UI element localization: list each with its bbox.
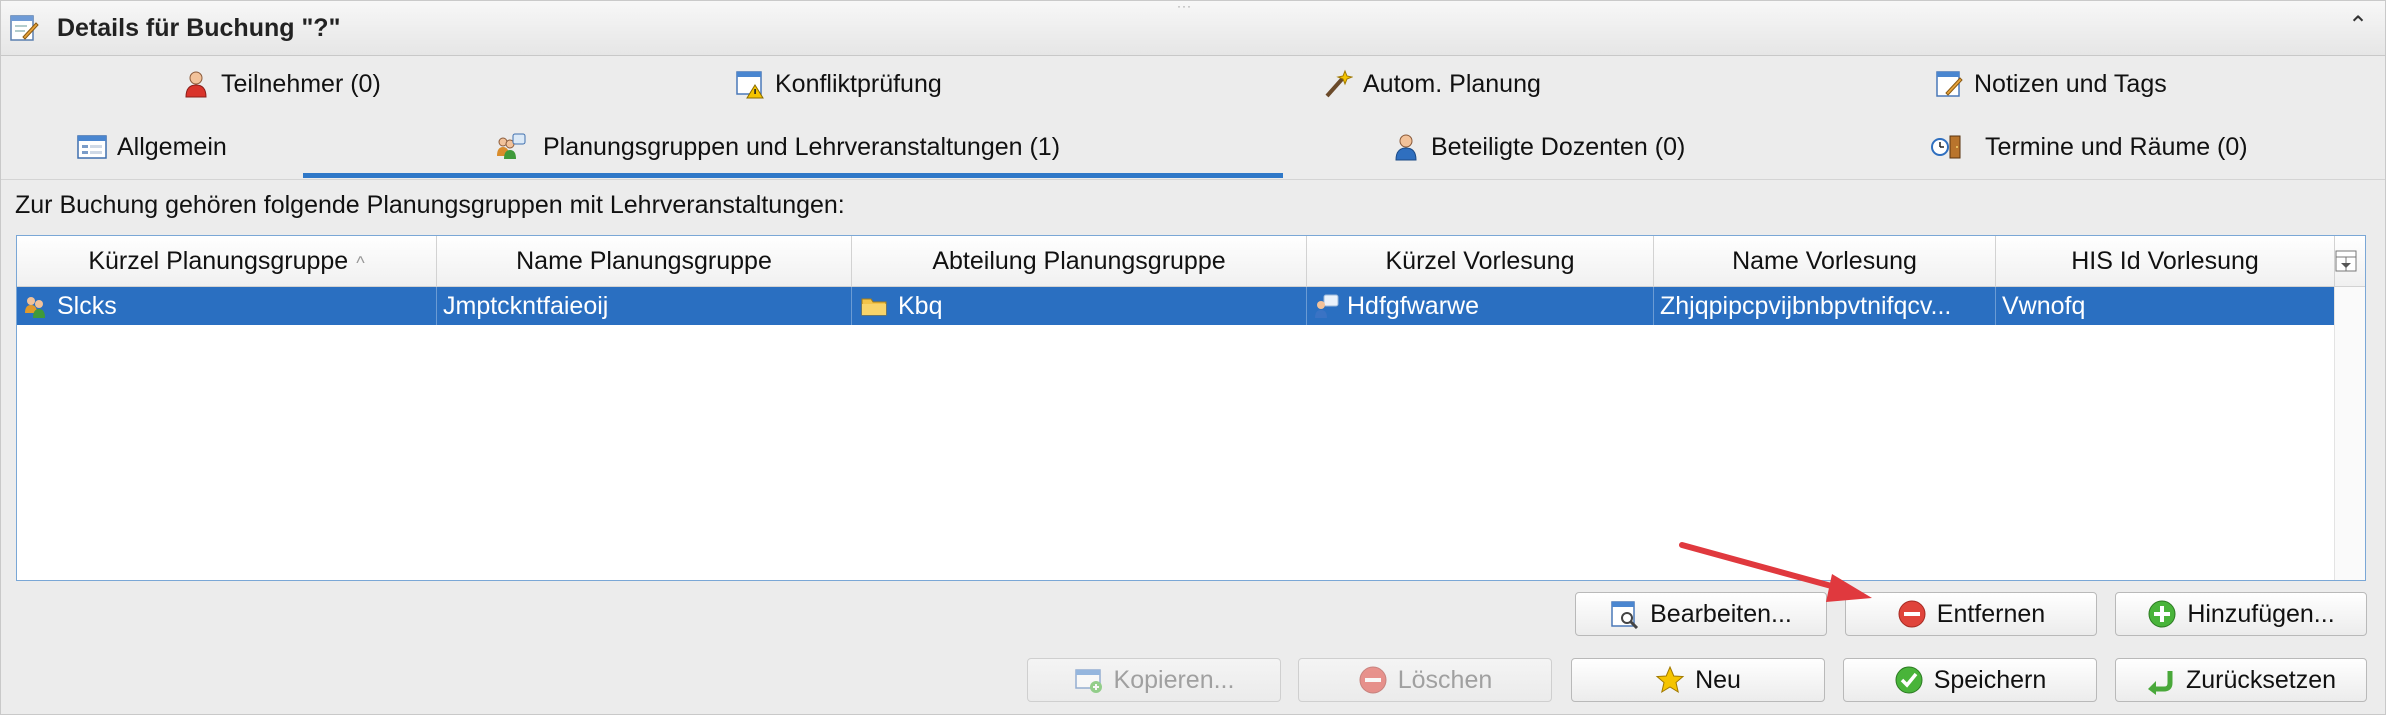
note-edit-icon [1936,71,1963,97]
cell-kuerzel-vorlesung: Hdfgfwarwe [1307,287,1654,325]
resize-grip-icon[interactable]: ··· [1177,0,1192,13]
remove-icon [1898,600,1926,628]
cell-name-gruppe: Jmptckntfaieoij [437,287,852,325]
planning-group-icon [25,297,45,318]
section-description: Zur Buchung gehören folgende Planungsgru… [15,191,845,219]
vertical-scrollbar[interactable] [2334,287,2365,580]
tab-autom-planung[interactable]: Autom. Planung [1323,64,1541,104]
cell-name-vorlesung: Zhjqpipcpvijbnbpvtnifqcv... [1654,287,1996,325]
planning-groups-table[interactable]: Kürzel Planungsgruppe ^ Name Planungsgrup… [16,235,2366,581]
hinzufuegen-button[interactable]: Hinzufügen... [2115,592,2367,636]
column-header-abteilung[interactable]: Abteilung Planungsgruppe [852,236,1307,286]
title-bar: ··· Details für Buchung "?" ⌃ [1,0,2385,56]
tab-notizen-tags[interactable]: Notizen und Tags [1934,64,2167,104]
magic-wand-icon [1325,69,1353,98]
neu-button[interactable]: Neu [1571,658,1825,702]
tab-termine-raeume[interactable]: Termine und Räume (0) [1917,127,2248,167]
booking-details-window: ··· Details für Buchung "?" ⌃ Teilnehmer… [0,0,2386,715]
check-icon [1895,666,1923,694]
star-icon [1655,665,1685,694]
window-title: Details für Buchung "?" [57,14,341,42]
loeschen-button[interactable]: Löschen [1298,658,1552,702]
tab-label: Planungsgruppen und Lehrveranstaltungen … [543,132,1061,161]
edit-search-icon [1611,601,1639,629]
selected-tab-indicator [303,173,1283,178]
cell-kuerzel-gruppe: Slcks [17,287,437,325]
entfernen-button[interactable]: Entfernen [1845,592,2097,636]
zuruecksetzen-button[interactable]: Zurücksetzen [2115,658,2367,702]
table-header: Kürzel Planungsgruppe ^ Name Planungsgrup… [17,236,2365,287]
add-icon [2148,600,2176,628]
delete-icon [1359,666,1387,694]
cell-abteilung: Kbq [852,287,1307,325]
sort-ascending-icon: ^ [356,253,365,273]
tab-label: Teilnehmer (0) [221,69,381,98]
undo-icon [2147,671,2173,695]
lecture-icon [1315,294,1339,318]
tab-planungsgruppen[interactable]: Planungsgruppen und Lehrveranstaltungen … [489,127,1060,167]
column-header-name-gruppe[interactable]: Name Planungsgruppe [437,236,852,286]
column-chooser-icon[interactable] [2333,248,2359,274]
column-header-kuerzel-vorlesung[interactable]: Kürzel Vorlesung [1307,236,1654,286]
table-row[interactable]: Slcks Jmptckntfaieoij Kbq Hdfgfwarwe Zhj… [17,287,2334,325]
column-header-kuerzel-gruppe[interactable]: Kürzel Planungsgruppe ^ [17,236,437,286]
column-header-his-id[interactable]: HIS Id Vorlesung [1996,236,2335,286]
person-icon [185,71,207,98]
tab-beteiligte-dozenten[interactable]: Beteiligte Dozenten (0) [1391,127,1685,167]
clock-door-icon [1931,135,1961,159]
tab-label: Allgemein [117,132,227,161]
copy-icon [1074,669,1102,693]
tab-label: Beteiligte Dozenten (0) [1431,132,1686,161]
tab-divider [1,179,2385,180]
bearbeiten-button[interactable]: Bearbeiten... [1575,592,1827,636]
warning-window-icon [736,71,764,99]
cell-his-id: Vwnofq [2002,292,2086,320]
tab-label: Konfliktprüfung [775,69,942,98]
group-lecture-icon [497,133,526,159]
tab-allgemein[interactable]: Allgemein [77,127,227,167]
form-icon [77,135,107,159]
column-header-name-vorlesung[interactable]: Name Vorlesung [1654,236,1996,286]
tab-label: Termine und Räume (0) [1985,132,2248,161]
edit-document-icon [10,15,39,41]
tab-label: Notizen und Tags [1974,69,2167,98]
speichern-button[interactable]: Speichern [1843,658,2097,702]
tab-konfliktpruefung[interactable]: Konfliktprüfung [735,64,942,104]
collapse-button[interactable]: ⌃ [2345,11,2371,41]
lecturer-icon [1395,134,1417,161]
folder-icon [861,298,887,316]
tab-label: Autom. Planung [1363,69,1541,98]
tab-teilnehmer[interactable]: Teilnehmer (0) [181,64,381,104]
kopieren-button[interactable]: Kopieren... [1027,658,1281,702]
chevron-up-icon: ⌃ [2347,12,2369,39]
